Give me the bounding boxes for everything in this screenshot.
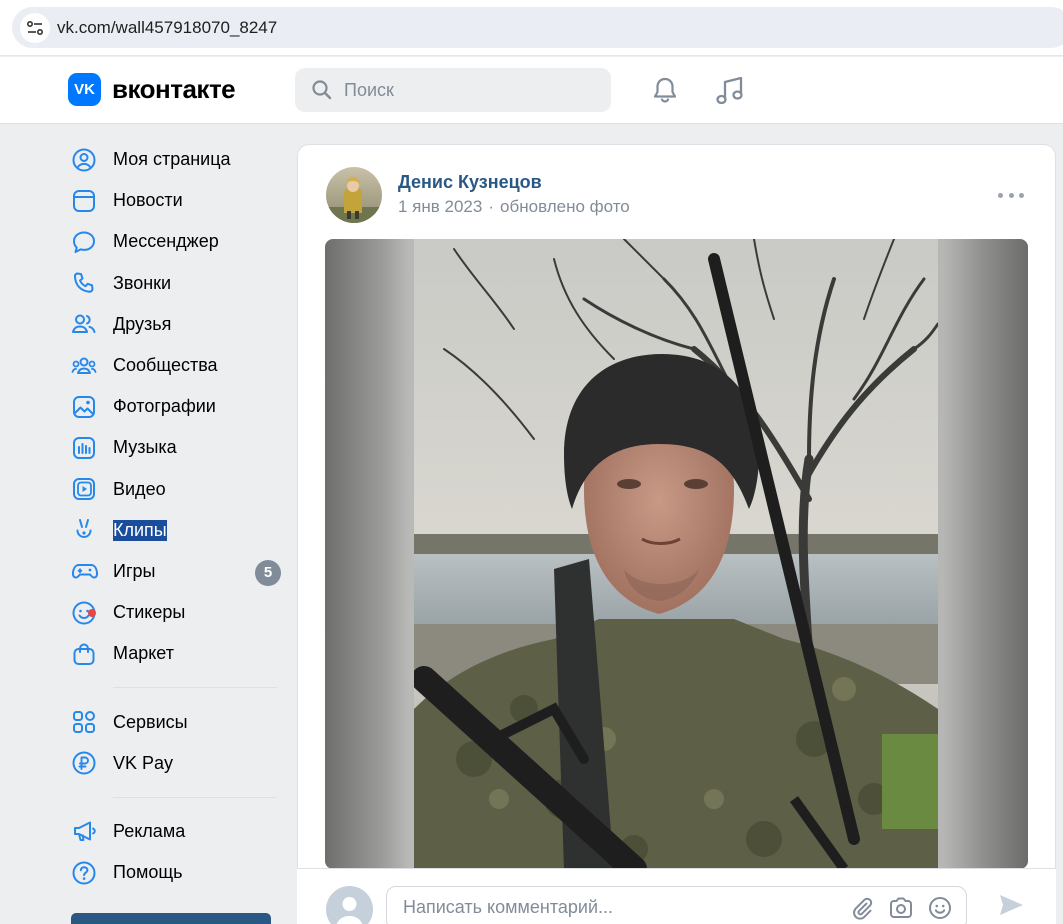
sidebar-item-label: Друзья — [113, 313, 172, 334]
sidebar-divider — [113, 796, 277, 798]
comment-bar — [297, 868, 1056, 924]
meta-separator: · — [488, 197, 495, 216]
post-meta: 1 янв 2023 · обновлено фото — [398, 197, 630, 217]
sidebar-item-photos[interactable]: Фотографии — [68, 386, 283, 427]
search-icon — [312, 80, 332, 100]
sidebar-item-label: Мессенджер — [113, 231, 219, 252]
sidebar-item-label: Клипы — [113, 519, 167, 541]
sidebar-item-my-page[interactable]: Моя страница — [68, 139, 283, 180]
sidebar-item-ads[interactable]: Реклама — [68, 811, 283, 852]
sidebar-item-label: Сообщества — [113, 355, 218, 376]
sidebar-item-communities[interactable]: Сообщества — [68, 345, 283, 386]
vk-logo[interactable]: VK вконтакте — [68, 73, 236, 106]
help-icon — [68, 859, 100, 887]
games-count-badge: 5 — [255, 559, 281, 586]
clips-icon — [68, 516, 100, 544]
comment-input[interactable] — [403, 887, 833, 924]
browser-toolbar: vk.com/wall457918070_8247 — [0, 0, 1063, 56]
sidebar-item-label: Видео — [113, 478, 166, 499]
sidebar-item-messenger[interactable]: Мессенджер — [68, 221, 283, 262]
sidebar-item-label: Новости — [113, 190, 183, 211]
megaphone-icon — [68, 817, 100, 845]
post-photo[interactable] — [325, 239, 1028, 869]
news-icon — [68, 187, 100, 215]
sidebar-item-label: VK Pay — [113, 752, 174, 773]
photo-icon — [68, 393, 100, 421]
post-date[interactable]: 1 янв 2023 — [398, 197, 482, 216]
sidebar-item-stickers[interactable]: Стикеры — [68, 592, 283, 633]
search-input[interactable] — [344, 68, 594, 112]
services-icon — [68, 708, 100, 736]
wall-post: Денис Кузнецов 1 янв 2023 · обновлено фото — [297, 144, 1056, 924]
address-bar[interactable]: vk.com/wall457918070_8247 — [12, 7, 1063, 48]
sidebar-item-label: Помощь — [113, 862, 183, 883]
author-avatar[interactable] — [326, 167, 382, 223]
emoji-icon[interactable] — [928, 896, 952, 920]
sidebar-item-label: Музыка — [113, 437, 177, 458]
sidebar-item-label: Звонки — [113, 272, 172, 293]
friends-icon — [68, 310, 100, 338]
site-info-icon[interactable] — [20, 13, 50, 43]
paperclip-icon[interactable] — [850, 896, 874, 920]
sidebar-item-label: Маркет — [113, 643, 174, 664]
sidebar-item-video[interactable]: Видео — [68, 469, 283, 510]
sidebar-item-help[interactable]: Помощь — [68, 852, 283, 893]
bell-icon[interactable] — [650, 75, 680, 105]
sidebar-item-friends[interactable]: Друзья — [68, 304, 283, 345]
communities-icon — [68, 352, 100, 380]
sidebar-item-label: Игры — [113, 560, 156, 581]
url-text[interactable]: vk.com/wall457918070_8247 — [57, 18, 277, 38]
sidebar-item-games[interactable]: Игры 5 — [68, 551, 283, 592]
sidebar-item-clips[interactable]: Клипы — [68, 510, 283, 551]
music-icon — [68, 434, 100, 462]
sidebar-item-calls[interactable]: Звонки — [68, 263, 283, 304]
sidebar-item-label: Стикеры — [113, 602, 186, 623]
camera-icon[interactable] — [888, 896, 914, 920]
left-sidebar: Моя страница Новости Мессенджер Звонки Д… — [68, 139, 283, 893]
sidebar-item-music[interactable]: Музыка — [68, 427, 283, 468]
comment-field[interactable] — [386, 886, 967, 924]
selfie-photo — [414, 239, 938, 869]
site-header: VK вконтакте — [0, 57, 1063, 124]
sidebar-item-label: Реклама — [113, 820, 186, 841]
video-icon — [68, 475, 100, 503]
notification-dot — [88, 608, 96, 617]
phone-icon — [68, 269, 100, 297]
market-icon — [68, 640, 100, 668]
sidebar-item-label: Моя страница — [113, 149, 231, 170]
sidebar-item-vkpay[interactable]: VK Pay — [68, 743, 283, 784]
gamepad-icon — [68, 557, 100, 585]
search-box[interactable] — [295, 68, 611, 112]
post-more-options-icon[interactable] — [998, 189, 1024, 201]
send-icon[interactable] — [997, 892, 1025, 918]
vkpay-icon — [68, 749, 100, 777]
sidebar-promo-banner[interactable] — [71, 913, 271, 924]
message-icon — [68, 228, 100, 256]
music-note-icon[interactable] — [714, 75, 746, 107]
post-author-link[interactable]: Денис Кузнецов — [398, 172, 542, 193]
vk-logo-icon: VK — [68, 73, 101, 106]
sticker-icon — [68, 599, 100, 627]
post-action: обновлено фото — [500, 197, 630, 216]
vk-logo-text: вконтакте — [112, 74, 236, 104]
sidebar-item-label: Сервисы — [113, 711, 188, 732]
sidebar-divider — [113, 687, 277, 689]
comment-tools — [850, 896, 952, 920]
sidebar-item-market[interactable]: Маркет — [68, 633, 283, 674]
sidebar-item-services[interactable]: Сервисы — [68, 701, 283, 742]
sidebar-item-news[interactable]: Новости — [68, 180, 283, 221]
current-user-avatar[interactable] — [326, 886, 373, 924]
user-circle-icon — [68, 146, 100, 174]
sidebar-item-label: Фотографии — [113, 396, 216, 417]
